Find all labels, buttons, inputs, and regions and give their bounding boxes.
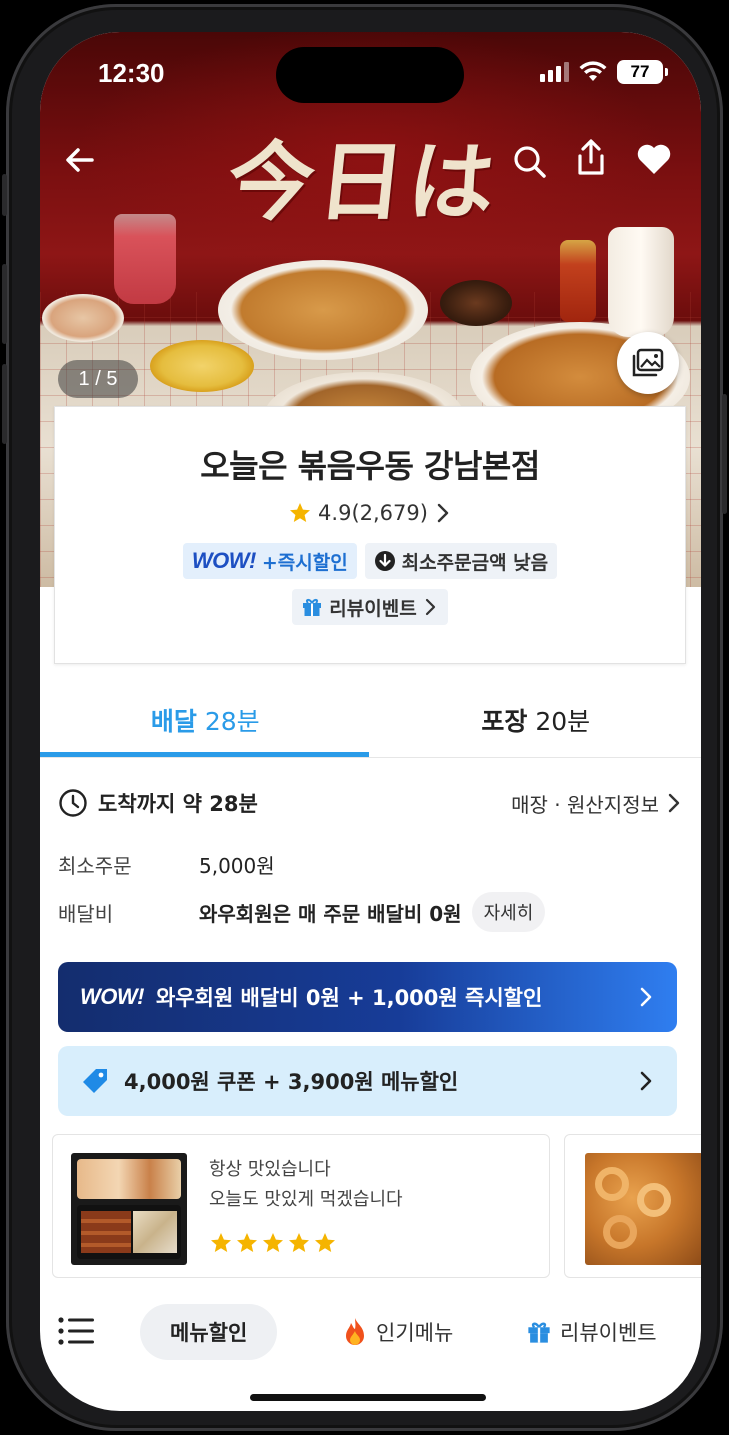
coupon-banner-text: 4,000원 쿠폰 + 3,900원 메뉴할인 [124, 1070, 459, 1094]
star-icon [290, 503, 311, 522]
dynamic-island [276, 47, 464, 103]
rating-value: 4.9(2,679) [318, 501, 428, 525]
side-dish-left [42, 294, 124, 342]
tab-delivery-label: 배달 [150, 706, 197, 736]
chevron-right-icon [425, 598, 435, 616]
review-event-badge[interactable]: 리뷰이벤트 [292, 589, 448, 625]
image-counter: 1 / 5 [58, 360, 138, 398]
chevron-right-icon [640, 987, 652, 1007]
screen: 今日は 12:30 77 1 / 5 오늘은 볶음우동 강남본점 4.9(2,6… [40, 32, 701, 1411]
delivery-fee-label: 배달비 [58, 901, 114, 926]
review-photo [585, 1153, 701, 1265]
gallery-icon [632, 348, 664, 377]
delivery-fee-value: 와우회원은 매 주문 배달비 0원 [199, 901, 462, 926]
list-icon[interactable] [58, 1316, 94, 1346]
milk-jug [608, 227, 674, 337]
bottom-category-bar: 메뉴할인 인기메뉴 리뷰이벤트 [40, 1294, 701, 1368]
heart-icon[interactable] [636, 142, 672, 176]
rating-link[interactable]: 4.9(2,679) [55, 501, 685, 525]
badge-row-2: 리뷰이벤트 [55, 589, 685, 625]
review-card-next[interactable] [564, 1134, 701, 1278]
star-icon [289, 1233, 309, 1252]
gift-icon [528, 1322, 550, 1343]
action-button [2, 174, 7, 216]
review-event-badge-text: 리뷰이벤트 [329, 597, 417, 620]
volume-up-button [2, 264, 7, 344]
badge-row: WOW! +즉시할인 최소주문금액 낮음 [55, 543, 685, 579]
share-icon[interactable] [572, 138, 610, 178]
wifi-icon [579, 61, 607, 81]
tab-pickup-label: 포장 [481, 706, 528, 736]
chevron-right-icon [437, 503, 449, 523]
wow-logo: WOW! [80, 984, 144, 1009]
store-info-link[interactable]: 매장 · 원산지정보 [511, 789, 683, 818]
home-indicator [250, 1394, 486, 1401]
gift-icon [303, 599, 322, 616]
phone-frame: 今日は 12:30 77 1 / 5 오늘은 볶음우동 강남본점 4.9(2,6… [2, 4, 727, 1431]
gallery-button[interactable] [617, 332, 679, 394]
chip-menu-discount-label: 메뉴할인 [170, 1321, 248, 1345]
chip-popular-menu[interactable]: 인기메뉴 [342, 1304, 453, 1360]
tab-delivery-time: 28분 [204, 706, 260, 736]
hero-navigation [40, 139, 701, 182]
review-text: 항상 맛있습니다 오늘도 맛있게 먹겠습니다 [209, 1155, 403, 1215]
side-dish-dark [440, 280, 512, 326]
fee-detail-button[interactable]: 자세히 [471, 892, 546, 932]
tag-icon [83, 1069, 107, 1093]
eta-info: 도착까지 약 28분 [58, 788, 258, 818]
min-order-badge-text: 최소주문금액 낮음 [401, 551, 549, 574]
star-icon [263, 1233, 283, 1252]
tab-pickup-time: 20분 [535, 706, 591, 736]
sauce-bottle [560, 240, 596, 322]
min-order-row: 최소주문 5,000원 [58, 850, 275, 879]
star-icon [211, 1233, 231, 1252]
drink-glass [114, 214, 176, 304]
eta-row: 도착까지 약 28분 매장 · 원산지정보 [58, 788, 683, 818]
status-icons: 77 [540, 60, 668, 84]
star-icon [315, 1233, 335, 1252]
order-type-tabs: 배달 28분 포장 20분 [40, 682, 701, 758]
tab-delivery[interactable]: 배달 28분 [40, 682, 371, 757]
search-icon[interactable] [512, 144, 548, 180]
signal-icon [540, 62, 569, 82]
delivery-fee-row: 배달비 와우회원은 매 주문 배달비 0원 자세히 [58, 892, 546, 932]
review-line-1: 항상 맛있습니다 [209, 1159, 331, 1180]
coupon-banner[interactable]: 4,000원 쿠폰 + 3,900원 메뉴할인 [58, 1046, 677, 1116]
chip-review-event-label: 리뷰이벤트 [560, 1321, 657, 1345]
chip-menu-discount[interactable]: 메뉴할인 [140, 1304, 278, 1360]
review-card[interactable]: 항상 맛있습니다 오늘도 맛있게 먹겠습니다 [52, 1134, 550, 1278]
chip-review-event[interactable]: 리뷰이벤트 [526, 1304, 657, 1360]
clock-icon [59, 789, 87, 817]
wow-membership-banner[interactable]: WOW! 와우회원 배달비 0원 + 1,000원 즉시할인 [58, 962, 677, 1032]
wow-logo: WOW! [191, 548, 256, 573]
status-time: 12:30 [98, 58, 165, 88]
star-icon [237, 1233, 257, 1252]
down-circle-icon [374, 551, 395, 571]
chip-popular-menu-label: 인기메뉴 [376, 1321, 454, 1345]
food-plate-center [218, 260, 428, 360]
chevron-right-icon [640, 1071, 652, 1091]
review-line-2: 오늘도 맛있게 먹겠습니다 [209, 1189, 403, 1210]
wow-banner-text: 와우회원 배달비 0원 + 1,000원 즉시할인 [155, 986, 543, 1010]
min-order-value: 5,000원 [199, 854, 275, 878]
review-stars [209, 1231, 337, 1255]
store-info-card: 오늘은 볶음우동 강남본점 4.9(2,679) WOW! +즉시할인 최소주문… [54, 406, 686, 664]
power-button [722, 394, 727, 514]
wow-discount-badge: WOW! +즉시할인 [182, 543, 357, 579]
min-order-badge: 최소주문금액 낮음 [364, 543, 558, 579]
chevron-right-icon [668, 793, 680, 813]
wow-badge-text: +즉시할인 [261, 551, 348, 574]
back-arrow-icon[interactable] [62, 142, 98, 178]
store-name: 오늘은 볶음우동 강남본점 [200, 447, 540, 485]
min-order-label: 최소주문 [58, 854, 132, 878]
side-dish-yellow [150, 340, 254, 392]
review-photo [71, 1153, 187, 1265]
active-tab-indicator [40, 752, 369, 757]
store-info-link-text: 매장 · 원산지정보 [511, 792, 659, 817]
volume-down-button [2, 364, 7, 444]
battery-indicator: 77 [617, 60, 668, 84]
fire-icon [346, 1318, 364, 1345]
tab-pickup[interactable]: 포장 20분 [371, 682, 702, 757]
eta-text: 도착까지 약 28분 [98, 792, 258, 816]
